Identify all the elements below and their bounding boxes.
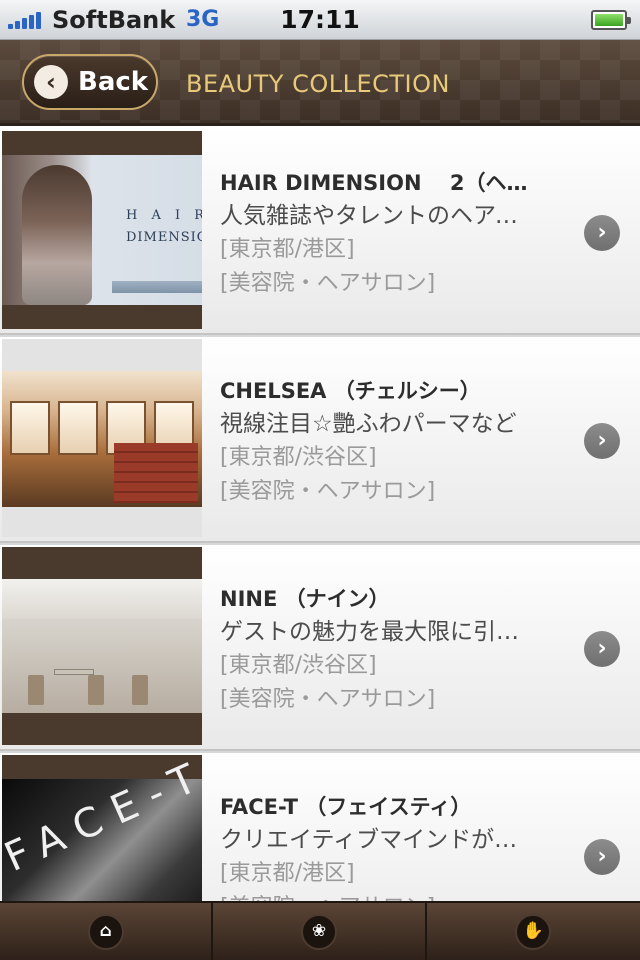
tab-bar: ⌂ ❀ ✋ — [0, 901, 640, 960]
salon-thumbnail: H A I R DIMENSION — [2, 131, 202, 329]
list-item[interactable]: CHELSEA （チェルシー） 視線注目☆艷ふわパーマなど [東京都/渋谷区] … — [0, 337, 640, 543]
battery-icon — [591, 10, 631, 30]
salon-description: 視線注目☆艷ふわパーマなど — [220, 411, 517, 437]
salon-photo: FACE-T — [2, 755, 202, 901]
salon-description: クリエイティブマインドが光る — [220, 827, 540, 853]
page-title: BEAUTY COLLECTION — [186, 70, 450, 98]
salon-category: [美容院・ヘアサロン] — [220, 687, 436, 712]
chevron-left-icon: ‹ — [34, 65, 68, 99]
tab-home[interactable]: ⌂ — [0, 903, 214, 960]
salon-thumbnail — [2, 339, 202, 537]
list-item[interactable]: H A I R DIMENSION HAIR DIMENSION 2（ヘアディメ… — [0, 129, 640, 335]
status-bar: SoftBank 3G 17:11 — [0, 0, 640, 40]
back-button[interactable]: ‹ Back — [22, 54, 158, 110]
tab-hair-salon[interactable]: ❀ — [213, 903, 427, 960]
clock: 17:11 — [280, 5, 360, 34]
salon-location: [東京都/港区] — [220, 861, 355, 886]
back-button-label: Back — [78, 67, 149, 97]
salon-photo: H A I R DIMENSION — [2, 155, 202, 305]
salon-thumbnail: FACE-T — [2, 755, 202, 901]
photo-brand-text: H A I R DIMENSION — [126, 208, 202, 245]
chevron-right-icon[interactable]: › — [584, 631, 620, 667]
salon-category: [美容院・ヘアサロン] — [220, 479, 436, 504]
salon-description: 人気雑誌やタレントのヘアメイク — [220, 203, 540, 229]
hand-icon: ✋ — [515, 913, 552, 950]
navigation-bar: ‹ Back BEAUTY COLLECTION — [0, 40, 640, 126]
battery-level — [595, 14, 623, 26]
salon-name: HAIR DIMENSION 2（ヘアディメンション） — [220, 171, 540, 195]
hair-salon-icon: ❀ — [300, 913, 337, 950]
salon-photo — [2, 371, 202, 507]
list-item[interactable]: FACE-T FACE-T （フェイスティ） クリエイティブマインドが光る [東… — [0, 753, 640, 901]
tab-hand[interactable]: ✋ — [427, 903, 640, 960]
salon-location: [東京都/渋谷区] — [220, 445, 377, 470]
chevron-right-icon[interactable]: › — [584, 215, 620, 251]
salon-category: [美容院・ヘアサロン] — [220, 891, 540, 901]
salon-location: [東京都/渋谷区] — [220, 653, 377, 678]
salon-list: H A I R DIMENSION HAIR DIMENSION 2（ヘアディメ… — [0, 129, 640, 901]
salon-description: ゲストの魅力を最大限に引き出す — [220, 619, 540, 645]
salon-category: [美容院・ヘアサロン] — [220, 271, 436, 296]
chevron-right-icon[interactable]: › — [584, 839, 620, 875]
list-item[interactable]: NINE （ナイン） ゲストの魅力を最大限に引き出す [東京都/渋谷区] [美容… — [0, 545, 640, 751]
salon-photo — [2, 579, 202, 713]
salon-name: CHELSEA （チェルシー） — [220, 379, 481, 403]
home-icon: ⌂ — [87, 913, 124, 950]
chevron-right-icon[interactable]: › — [584, 423, 620, 459]
salon-name: FACE-T （フェイスティ） — [220, 795, 472, 819]
salon-location: [東京都/港区] — [220, 237, 355, 262]
photo-brand-text: FACE-T — [2, 755, 202, 882]
salon-name: NINE （ナイン） — [220, 587, 390, 611]
salon-thumbnail — [2, 547, 202, 745]
